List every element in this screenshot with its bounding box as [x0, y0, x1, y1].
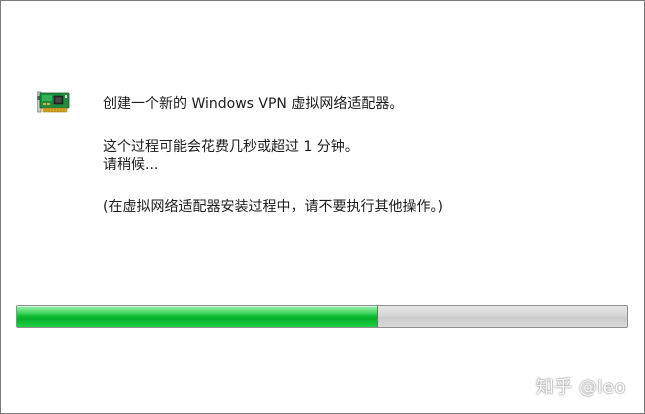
- watermark-text: 知乎 @leo: [535, 377, 626, 398]
- message-please-wait: 请稍候...: [103, 157, 159, 173]
- network-adapter-icon: [37, 91, 70, 113]
- install-progress-bar: [16, 305, 628, 328]
- message-title: 创建一个新的 Windows VPN 虚拟网络适配器。: [103, 96, 404, 112]
- progress-bar-fill: [17, 306, 378, 327]
- message-do-not-operate-note: (在虚拟网络适配器安装过程中，请不要执行其他操作。): [103, 199, 443, 215]
- progress-bar-sheen: [17, 306, 377, 316]
- vpn-adapter-install-dialog: 创建一个新的 Windows VPN 虚拟网络适配器。 这个过程可能会花费几秒或…: [0, 0, 645, 414]
- message-process-duration: 这个过程可能会花费几秒或超过 1 分钟。: [103, 139, 359, 155]
